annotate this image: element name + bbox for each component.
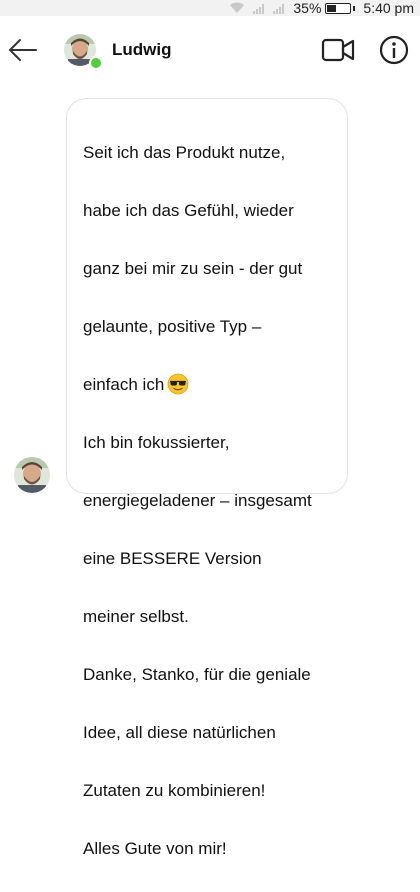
message-line: Seit ich das Produkt nutze, bbox=[83, 143, 286, 162]
clock-time: 5:40 pm bbox=[363, 0, 414, 16]
sender-avatar[interactable] bbox=[14, 457, 50, 493]
battery-fill bbox=[327, 4, 336, 12]
message-line: energiegeladener – insgesamt bbox=[83, 491, 312, 510]
status-bar: 35% 5:40 pm bbox=[0, 0, 420, 16]
message-line: Ich bin fokussierter, bbox=[83, 433, 230, 452]
message-line: Idee, all diese natürlichen bbox=[83, 723, 276, 742]
message-line: Zutaten zu kombinieren! bbox=[83, 781, 266, 800]
signal-icon bbox=[253, 4, 265, 14]
online-status-indicator bbox=[89, 56, 103, 70]
info-button[interactable] bbox=[378, 34, 410, 66]
message-line: gelaunte, positive Typ – bbox=[83, 317, 262, 336]
info-icon bbox=[379, 35, 409, 65]
message-line: Danke, Stanko, für die geniale bbox=[83, 665, 311, 684]
back-button[interactable] bbox=[6, 34, 40, 66]
signal-icon bbox=[273, 4, 285, 14]
message-line: meiner selbst. bbox=[83, 607, 189, 626]
message-line: Alles Gute von mir! bbox=[83, 839, 227, 858]
message-line: einfach ich bbox=[83, 375, 165, 394]
wifi-icon bbox=[230, 2, 245, 13]
message-line: habe ich das Gefühl, wieder bbox=[83, 201, 294, 220]
message-line-with-emoji: einfach ich bbox=[83, 370, 339, 399]
battery-percent: 35% bbox=[293, 0, 322, 16]
battery-nub bbox=[353, 5, 356, 11]
message-line: ganz bei mir zu sein - der gut bbox=[83, 259, 303, 278]
message-line: eine BESSERE Version bbox=[83, 549, 262, 568]
arrow-left-icon bbox=[8, 39, 37, 61]
contact-name[interactable]: Ludwig bbox=[112, 40, 171, 60]
battery-icon bbox=[325, 2, 352, 14]
message-text: Seit ich das Produkt nutze, habe ich das… bbox=[83, 109, 339, 892]
video-call-button[interactable] bbox=[320, 36, 356, 64]
chat-header: Ludwig bbox=[0, 16, 420, 84]
video-camera-icon bbox=[321, 38, 355, 62]
sunglasses-emoji-icon bbox=[167, 373, 189, 395]
message-bubble[interactable]: Seit ich das Produkt nutze, habe ich das… bbox=[66, 98, 348, 858]
